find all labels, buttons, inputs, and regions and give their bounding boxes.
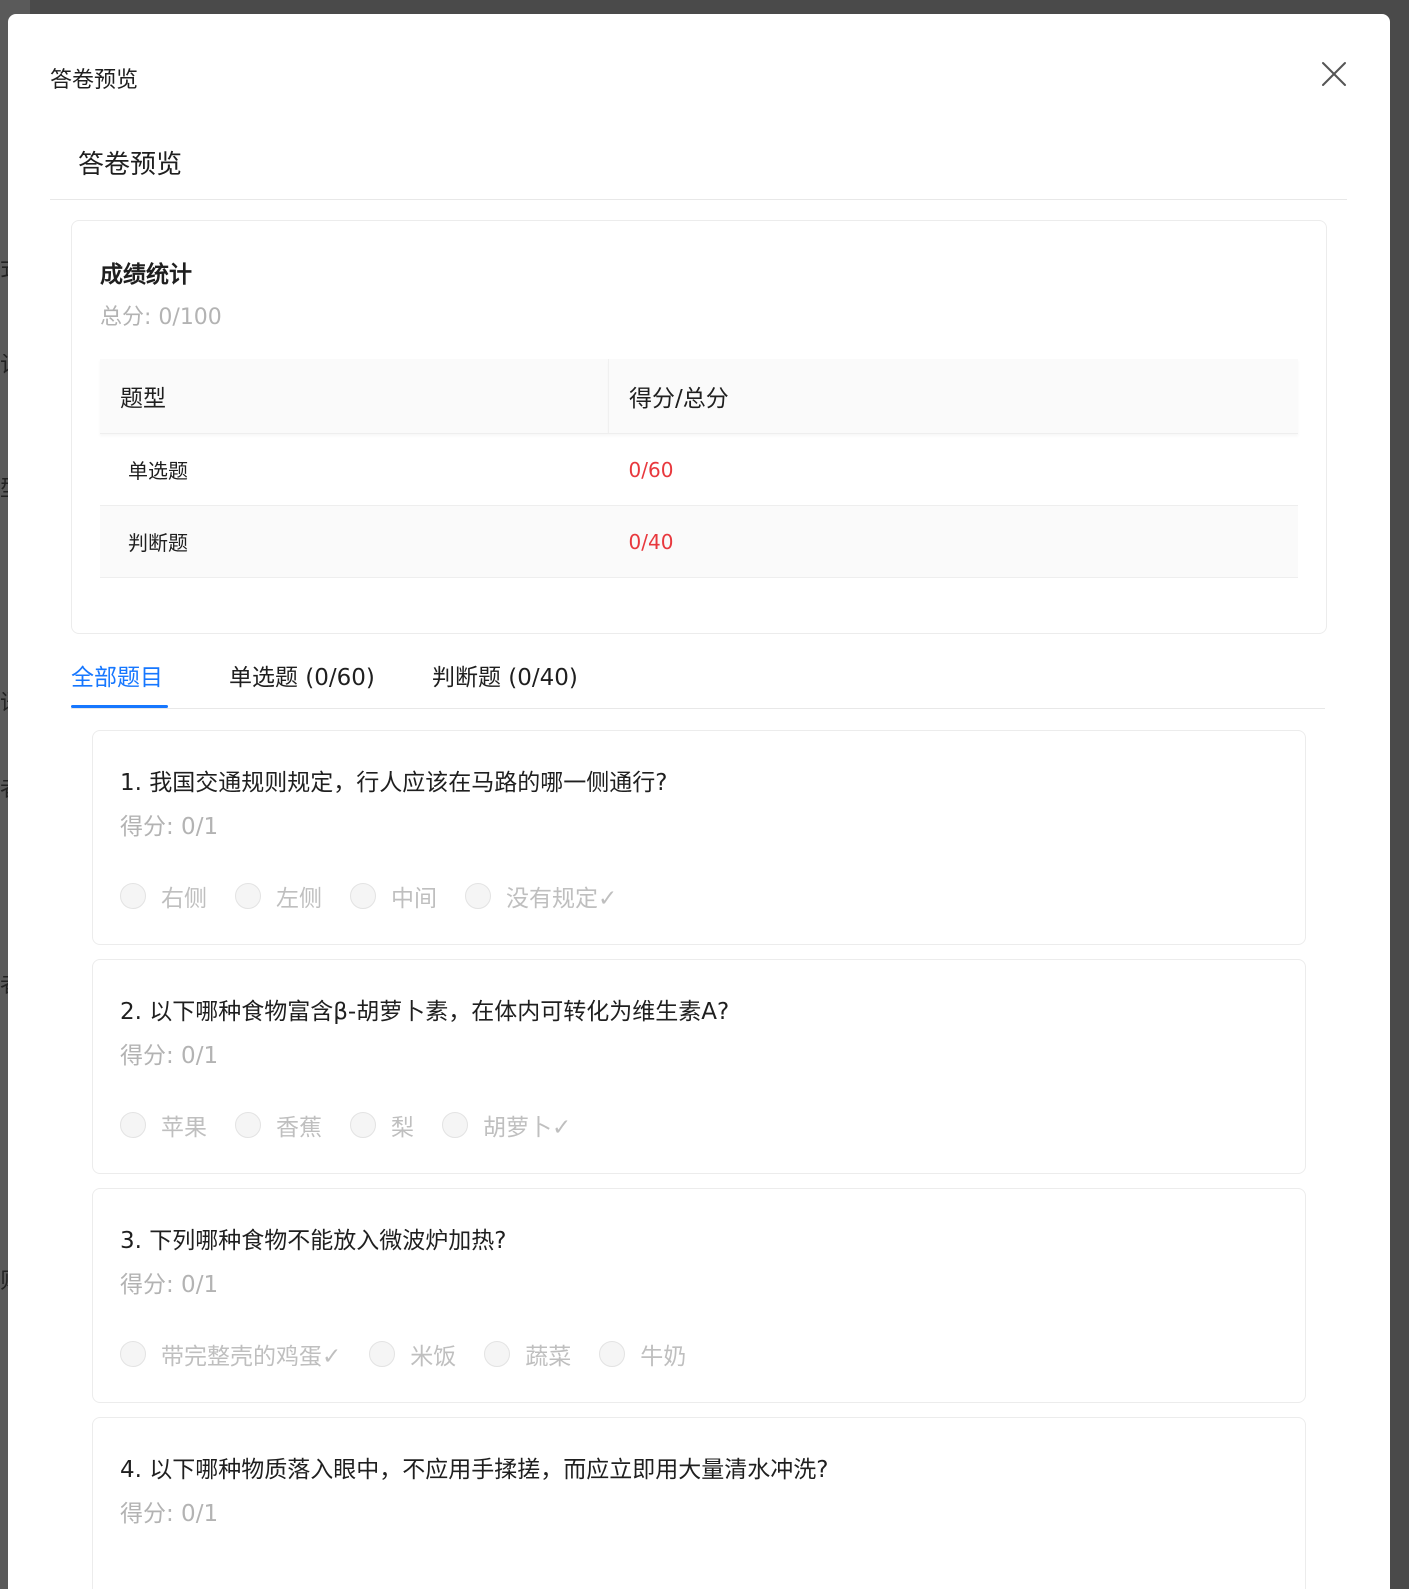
radio-circle-icon: [120, 1341, 146, 1367]
background-text: 者: [0, 974, 8, 998]
total-score: 总分: 0/100: [100, 305, 222, 330]
background-text: 则: [0, 1270, 8, 1294]
option-label: 没有规定✓: [506, 886, 618, 912]
option-label: 带完整壳的鸡蛋✓: [161, 1344, 342, 1370]
question-score: 得分: 0/1: [120, 1272, 219, 1298]
option-radio[interactable]: 左侧: [235, 879, 322, 913]
option-label: 牛奶: [640, 1344, 687, 1370]
option-radio[interactable]: 米饭: [369, 1337, 456, 1371]
option-label: 右侧: [161, 886, 207, 912]
active-tab-indicator: [71, 705, 168, 708]
column-header-score: 得分/总分: [608, 359, 1298, 434]
question-title: 2. 以下哪种食物富含β-胡萝卜素，在体内可转化为维生素A?: [120, 999, 730, 1025]
tab-single-choice[interactable]: 单选题 (0/60): [229, 658, 375, 692]
option-label: 梨: [391, 1115, 414, 1141]
option-radio[interactable]: 梨: [350, 1108, 414, 1142]
modal-title: 答卷预览: [50, 68, 139, 93]
option-label: 中间: [391, 886, 437, 912]
preview-modal: 答卷预览 答卷预览 成绩统计 总分: 0/100 题型 得分/总分 单选题 0/…: [8, 14, 1390, 1589]
option-radio[interactable]: 蔬菜: [484, 1337, 571, 1371]
option-radio[interactable]: 带完整壳的鸡蛋✓: [120, 1337, 341, 1371]
row-score: 0/60: [608, 433, 1298, 506]
background-text: 语: [0, 692, 8, 716]
question-title: 4. 以下哪种物质落入眼中，不应用手揉搓，而应立即用大量清水冲洗?: [120, 1457, 829, 1483]
table-row: 判断题 0/40: [100, 505, 1298, 578]
option-label: 左侧: [276, 886, 322, 912]
option-group: 苹果 香蕉 梨 胡萝卜✓: [120, 1108, 599, 1142]
background-text: 型: [0, 478, 8, 502]
row-type: 单选题: [100, 433, 609, 506]
tab-all-questions[interactable]: 全部题目: [71, 658, 163, 692]
close-button[interactable]: [1318, 58, 1350, 90]
table-row: 单选题 0/60: [100, 433, 1298, 506]
page-header: 答卷预览: [50, 122, 1347, 200]
option-label: 米饭: [410, 1344, 457, 1370]
radio-circle-icon: [369, 1341, 396, 1367]
row-score: 0/40: [608, 505, 1298, 578]
option-group: 带完整壳的鸡蛋✓ 米饭 蔬菜 牛奶: [120, 1337, 714, 1371]
option-radio[interactable]: 苹果: [120, 1108, 207, 1142]
modal-header: 答卷预览: [50, 58, 1350, 98]
close-icon: [1322, 62, 1346, 86]
background-text: 计: [0, 354, 8, 378]
question-card: 3. 下列哪种食物不能放入微波炉加热? 得分: 0/1 带完整壳的鸡蛋✓ 米饭 …: [92, 1188, 1306, 1403]
question-score: 得分: 0/1: [120, 1501, 219, 1527]
table-header-row: 题型 得分/总分: [100, 359, 1298, 434]
background-text: 者: [0, 778, 8, 802]
option-label: 香蕉: [276, 1115, 322, 1141]
stats-title: 成绩统计: [100, 262, 192, 288]
column-header-type: 题型: [100, 359, 609, 434]
radio-circle-icon: [235, 883, 261, 909]
radio-circle-icon: [350, 883, 376, 909]
row-type: 判断题: [100, 505, 609, 578]
question-card: 1. 我国交通规则规定，行人应该在马路的哪一侧通行? 得分: 0/1 右侧 左侧…: [92, 730, 1306, 945]
question-tabs: 全部题目 单选题 (0/60) 判断题 (0/40): [71, 654, 1325, 709]
background-text: 式: [0, 258, 8, 282]
option-label: 蔬菜: [525, 1344, 572, 1370]
radio-circle-icon: [235, 1112, 261, 1138]
question-score: 得分: 0/1: [120, 1043, 219, 1069]
question-card: 4. 以下哪种物质落入眼中，不应用手揉搓，而应立即用大量清水冲洗? 得分: 0/…: [92, 1417, 1306, 1589]
radio-circle-icon: [120, 1112, 146, 1138]
radio-circle-icon: [599, 1341, 626, 1367]
question-card: 2. 以下哪种食物富含β-胡萝卜素，在体内可转化为维生素A? 得分: 0/1 苹…: [92, 959, 1306, 1174]
option-label: 苹果: [161, 1115, 207, 1141]
option-group: 右侧 左侧 中间 没有规定✓: [120, 879, 645, 913]
option-radio[interactable]: 牛奶: [599, 1337, 686, 1371]
score-stats-card: 成绩统计 总分: 0/100 题型 得分/总分 单选题 0/60 判断题 0/4…: [71, 220, 1327, 634]
option-label: 胡萝卜✓: [483, 1115, 572, 1141]
option-radio[interactable]: 香蕉: [235, 1108, 322, 1142]
radio-circle-icon: [442, 1112, 468, 1138]
score-table: 题型 得分/总分 单选题 0/60 判断题 0/40: [100, 359, 1298, 578]
question-title: 3. 下列哪种食物不能放入微波炉加热?: [120, 1228, 507, 1254]
page-title: 答卷预览: [78, 150, 183, 180]
radio-circle-icon: [484, 1341, 511, 1367]
question-score: 得分: 0/1: [120, 814, 219, 840]
option-radio[interactable]: 中间: [350, 879, 437, 913]
option-radio[interactable]: 右侧: [120, 879, 207, 913]
radio-circle-icon: [350, 1112, 376, 1138]
option-radio[interactable]: 胡萝卜✓: [442, 1108, 571, 1142]
radio-circle-icon: [465, 883, 491, 909]
option-radio[interactable]: 没有规定✓: [465, 879, 617, 913]
tab-true-false[interactable]: 判断题 (0/40): [432, 658, 578, 692]
radio-circle-icon: [120, 883, 146, 909]
question-title: 1. 我国交通规则规定，行人应该在马路的哪一侧通行?: [120, 770, 668, 796]
